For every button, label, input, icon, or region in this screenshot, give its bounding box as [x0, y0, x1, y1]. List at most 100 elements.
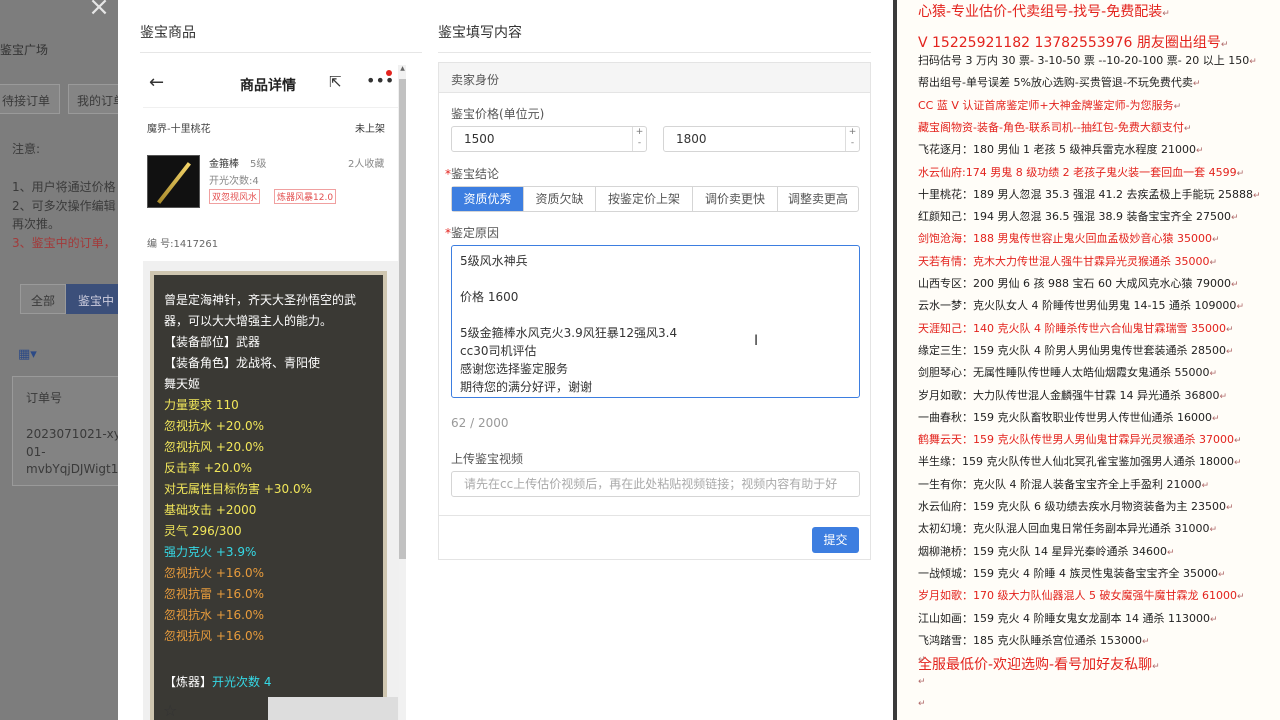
reason-line: 5级金箍棒水风克火3.9风狂暴12强风3.4 [460, 326, 678, 340]
price-label: 鉴宝价格(单位元) [451, 107, 545, 121]
promo-line: 飞鸿踏雪：185 克火队睡杀宫位通杀 153000↵ [918, 633, 1150, 647]
notification-dot [386, 70, 392, 76]
star-icon[interactable]: ☆ [163, 701, 177, 720]
promo-line: 烟柳滟桥：159 克火队 14 星异光秦岭通杀 34600↵ [918, 544, 1175, 558]
description-line: 忽视抗风 +20.0% [164, 440, 264, 454]
promo-line: 水云仙府:174 男鬼 8 级功绩 2 老孩子鬼火装一套回血一套 4599↵ [918, 165, 1245, 179]
description-line: 力量要求 110 [164, 398, 239, 412]
promo-line: CC 蓝 V 认证首席鉴定师+大神金牌鉴定师-为您服务↵ [918, 98, 1182, 112]
video-link-input[interactable]: 请先在cc上传估价视频后，再在此处粘贴视频链接；视频内容有助于好 [451, 471, 860, 497]
item-thumbnail [147, 155, 200, 208]
promo-line: 剑胆琴心：无属性睡队传世睡人太皓仙烟霞女鬼通杀 55000↵ [918, 366, 1218, 380]
notice-line: 再次推。 [12, 217, 61, 231]
submit-button[interactable]: 提交 [812, 527, 859, 553]
form-section-title: 鉴宝填写内容 [438, 25, 522, 41]
promo-line: 江山如画：159 克火 4 阶睡女鬼女龙副本 14 通杀 113000↵ [918, 611, 1218, 625]
appraisal-form: 卖家身份 鉴宝价格(单位元) 1500 + - 1800 + - *鉴宝结论 资质优秀 … [438, 62, 871, 560]
description-line: 反击率 +20.0% [164, 461, 252, 475]
filter-all[interactable]: 全部 [31, 292, 55, 309]
background-page: × 鉴宝广场 待接订单 我的订单 注意: 1、用户将通过价格 2、可多次操作编辑… [0, 0, 118, 720]
promo-line: 半生缘：159 克火队传世人仙北冥孔雀宝鉴加强男人通杀 18000↵ [918, 455, 1242, 469]
promo-line: V 15225921182 13782553976 朋友圈出组号↵ [918, 35, 1229, 51]
product-detail-preview: ← 商品详情 ⇱ ••• 魔界-十里桃花 未上架 金箍棒 5级 2人收藏 开光次… [143, 65, 406, 720]
reason-line: 价格 1600 [460, 290, 519, 304]
description-line: 基础攻击 +2000 [164, 503, 257, 517]
plaza-title: 鉴宝广场 [0, 43, 49, 57]
reason-line: 5级风水神兵 [460, 254, 528, 268]
paragraph-mark-icon: ↵ [918, 655, 926, 665]
promo-line: 全服最低价-欢迎选购-看号加好友私聊↵ [918, 657, 1160, 674]
promo-line: 红颜知己：194 男人忽混 36.5 强混 38.9 装备宝宝齐全 27500↵ [918, 210, 1239, 224]
paragraph-mark-icon: ↵ [918, 699, 926, 709]
description-line: 曾是定海神针，齐天大圣孙悟空的武 [164, 293, 357, 307]
item-level: 5级 [250, 159, 267, 170]
close-icon[interactable]: × [86, 0, 112, 20]
promo-line: 鹤舞云天：159 克火队传世男人男仙鬼甘霖异光灵猴通杀 37000↵ [918, 433, 1242, 447]
tab-my-orders[interactable]: 我的订单 [77, 92, 118, 109]
tab-pending-orders[interactable]: 待接订单 [2, 92, 50, 109]
share-icon[interactable]: ⇱ [329, 73, 342, 91]
reason-line: 期待您的满分好评，谢谢 [460, 380, 593, 394]
promo-line: 飞花逐月：180 男仙 1 老孩 5 级神兵雷克水程度 21000↵ [918, 143, 1204, 157]
tab-lower-price[interactable]: 调价卖更快 [693, 187, 778, 211]
price-max-input[interactable]: 1800 + - [663, 126, 860, 152]
price-min-input[interactable]: 1500 + - [451, 126, 647, 152]
filter-active[interactable]: 鉴宝中 [78, 292, 114, 309]
price-min-stepper[interactable]: + - [632, 127, 646, 151]
appraisal-modal: 鉴宝商品 鉴宝填写内容 ← 商品详情 ⇱ ••• 魔界-十里桃花 未上架 金箍棒… [118, 0, 893, 720]
promo-line: 十里桃花：189 男人忽混 35.3 强混 41.2 去疾孟极上手能玩 2588… [918, 187, 1261, 201]
favorites-count: 2人收藏 [348, 159, 385, 170]
tab-lacking[interactable]: 资质欠缺 [524, 187, 596, 211]
conclusion-tabs: 资质优秀 资质欠缺 按鉴定价上架 调价卖更快 调整卖更高 [451, 186, 859, 212]
promo-line: 缘定三生：159 克火队 4 阶男人男仙男鬼传世套装通杀 28500↵ [918, 343, 1234, 357]
reason-textarea[interactable]: 5级风水神兵 价格 1600 5级金箍棒水风克火3.9风狂暴12强风3.4 cc30司… [451, 245, 860, 398]
promo-line: 天若有情：克木大力传世混人强牛甘霖异光灵猴通杀 35000↵ [918, 254, 1218, 268]
arrow-left-icon[interactable]: ← [149, 72, 164, 93]
description-line: 【装备角色】龙战将、青阳使 [164, 356, 321, 370]
price-max-stepper[interactable]: + - [845, 127, 859, 151]
serial-number: 编 号:1417261 [147, 239, 219, 250]
conclusion-label: *鉴宝结论 [445, 167, 500, 181]
promo-line: 水云仙府：159 克火队 6 级功绩去疾水月物资装备为主 23500↵ [918, 500, 1234, 513]
description-line: 舞天姬 [164, 377, 201, 391]
notice-line: 2、可多次操作编辑 [12, 199, 116, 213]
server-name: 魔界-十里桃花 [147, 124, 211, 135]
promo-line: 山西专区：200 男仙 6 孩 988 宝石 60 大成风克水心猿 79000↵ [918, 277, 1239, 290]
promo-line: 云水一梦：克火队女人 4 阶睡传世男仙男鬼 14-15 通杀 109000↵ [918, 299, 1244, 313]
notice-line: 3、鉴宝中的订单， [12, 236, 116, 250]
item-name: 金箍棒 [209, 159, 239, 170]
item-tag: 双忽视风水 [209, 189, 261, 204]
video-label: 上传鉴宝视频 [451, 452, 524, 466]
bottom-action-button[interactable] [268, 697, 398, 720]
promo-line: 一生有你：克火队 4 阶混人装备宝宝齐全上手盈利 21000↵ [918, 477, 1210, 491]
grid-icon[interactable]: ▦▾ [18, 347, 37, 362]
text-cursor-icon: I [754, 333, 759, 349]
description-line: 对无属性目标伤害 +30.0% [164, 482, 312, 496]
paragraph-mark-icon: ↵ [918, 677, 926, 687]
preview-scrollbar[interactable]: ▲ [399, 65, 406, 720]
promo-line: 天涯知己：140 克火队 4 阶睡杀传世六合仙鬼甘霖瑞雪 35000↵ [918, 321, 1234, 335]
promo-line: 帮出组号-单号误差 5%放心选购-买贵管退-不玩免费代卖↵ [918, 76, 1201, 90]
tab-list-at-appraised-price[interactable]: 按鉴定价上架 [596, 187, 693, 211]
reason-label: *鉴定原因 [445, 226, 500, 240]
notice-line: 1、用户将通过价格 [12, 180, 116, 194]
description-line: 器，可以大大增强主人的能力。 [164, 314, 333, 328]
promo-line: 心猿-专业估价-代卖组号-找号-免费配装↵ [918, 4, 1170, 20]
description-line: 忽视抗火 +16.0% [164, 566, 264, 580]
unlock-times: 开光次数:4 [209, 176, 259, 187]
product-section-title: 鉴宝商品 [140, 25, 196, 41]
description-line: 忽视抗风 +16.0% [164, 629, 264, 643]
tab-raise-price[interactable]: 调整卖更高 [778, 187, 858, 211]
promo-line: 太初幻境：克火队混人回血鬼日常任务副本异光通杀 31000↵ [918, 522, 1218, 536]
description-line: 【装备部位】武器 [164, 335, 261, 349]
char-counter: 62 / 2000 [451, 416, 509, 430]
tab-excellent[interactable]: 资质优秀 [452, 187, 524, 211]
promo-line: 一战倾城：159 克火 4 阶睡 4 族灵性鬼装备宝宝齐全 35000↵ [918, 566, 1226, 580]
notice-title: 注意: [12, 142, 41, 156]
column-order-id: 订单号 [26, 391, 63, 405]
description-line: 忽视抗雷 +16.0% [164, 587, 264, 601]
promo-text-panel: 心猿-专业估价-代卖组号-找号-免费配装↵ V 15225921182 13782… [893, 0, 1280, 720]
reason-line: 感谢您选择鉴定服务 [460, 362, 569, 376]
promo-line: 藏宝阁物资-装备-角色-联系司机--抽红包-免费大额支付↵ [918, 120, 1192, 134]
promo-line: 一曲春秋：159 克火队畜牧职业传世男人传世仙通杀 16000↵ [918, 410, 1220, 424]
